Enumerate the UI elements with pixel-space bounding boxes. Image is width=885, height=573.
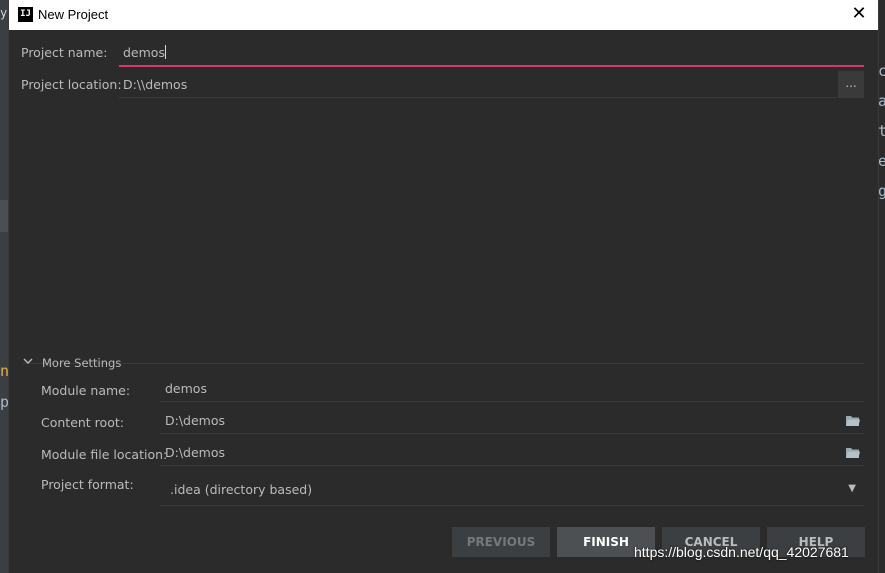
- background-left-gutter: [0, 0, 8, 573]
- browse-location-button[interactable]: ...: [838, 71, 864, 98]
- background-char: e: [878, 152, 885, 170]
- module-file-location-underline: [160, 465, 864, 466]
- module-name-underline: [160, 401, 864, 402]
- background-char: c: [878, 62, 885, 80]
- background-char: t: [878, 122, 885, 140]
- background-char: y: [0, 6, 8, 20]
- project-location-input[interactable]: D:\\demos: [119, 72, 836, 98]
- content-root-underline: [160, 433, 864, 434]
- more-settings-separator: [22, 363, 864, 364]
- module-file-location-label: Module file location:: [41, 447, 168, 462]
- folder-icon[interactable]: [845, 415, 861, 427]
- content-root-input[interactable]: D:\demos: [165, 413, 225, 428]
- close-icon[interactable]: ✕: [850, 5, 868, 23]
- project-format-value: .idea (directory based): [170, 482, 313, 497]
- text-caret: [164, 45, 166, 59]
- more-settings-toggle[interactable]: More Settings: [42, 356, 121, 370]
- project-name-input[interactable]: demos: [119, 40, 864, 67]
- background-char: a: [878, 92, 885, 110]
- project-location-value: D:\\demos: [123, 77, 188, 92]
- project-location-label: Project location:: [21, 77, 122, 92]
- title-bar[interactable]: IJ New Project ✕: [9, 0, 878, 30]
- watermark-text: https://blog.csdn.net/qq_42027681: [634, 544, 849, 560]
- background-char: g: [878, 182, 885, 200]
- intellij-logo-icon: IJ: [18, 7, 33, 22]
- window-title: New Project: [38, 7, 109, 22]
- module-name-input[interactable]: demos: [165, 381, 207, 396]
- content-root-label: Content root:: [41, 415, 124, 430]
- module-file-location-input[interactable]: D:\demos: [165, 445, 225, 460]
- chevron-down-icon[interactable]: [23, 356, 35, 368]
- dropdown-arrow-icon: ▼: [848, 483, 856, 494]
- new-project-dialog: IJ New Project ✕ Project name: demos Pro…: [8, 0, 879, 573]
- project-name-value: demos: [123, 45, 166, 60]
- project-format-label: Project format:: [41, 477, 134, 492]
- module-name-label: Module name:: [41, 383, 131, 398]
- folder-icon[interactable]: [845, 447, 861, 459]
- dialog-content: Project name: demos Project location: D:…: [9, 30, 878, 573]
- project-name-label: Project name:: [21, 45, 108, 60]
- project-format-dropdown[interactable]: .idea (directory based) ▼: [160, 475, 864, 506]
- previous-button[interactable]: PREVIOUS: [452, 527, 550, 557]
- background-left-tab: [0, 200, 8, 232]
